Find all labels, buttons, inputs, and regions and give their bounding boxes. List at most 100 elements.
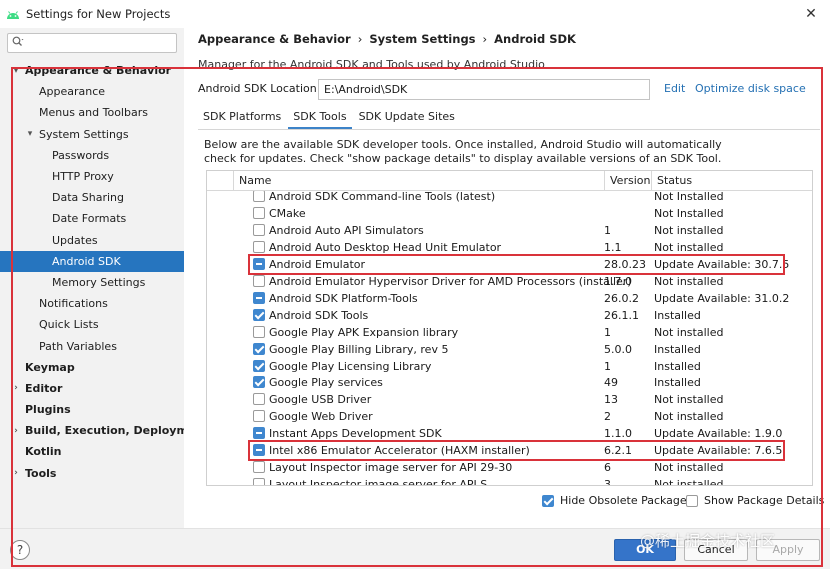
breadcrumb: Appearance & Behavior › System Settings › An… [198, 32, 576, 46]
cell-version: 26.0.2 [604, 291, 639, 305]
column-header-version[interactable]: Version [604, 171, 651, 191]
row-checkbox[interactable] [253, 190, 265, 202]
row-checkbox[interactable] [253, 291, 265, 304]
cell-version: 5.0.0 [604, 342, 632, 356]
column-header-name[interactable]: Name [233, 171, 604, 191]
sidebar-item[interactable]: Quick Lists [0, 314, 184, 335]
sidebar-item[interactable]: Menus and Toolbars [0, 102, 184, 123]
sidebar-item-label: Passwords [52, 148, 110, 162]
tab-sdk-tools[interactable]: SDK Tools [288, 106, 352, 130]
row-checkbox[interactable] [253, 461, 265, 474]
chevron-right-icon[interactable]: › [11, 426, 21, 436]
row-checkbox[interactable] [253, 376, 265, 389]
sidebar-item[interactable]: › Tools [0, 463, 184, 484]
table-row[interactable]: Google Web Driver 2 Not installed [207, 408, 812, 425]
table-row[interactable]: CMake Not Installed [207, 205, 812, 222]
sidebar-item[interactable]: Updates [0, 230, 184, 251]
sidebar-item-label: Keymap [25, 360, 75, 374]
cell-name: Google Play services [269, 376, 383, 390]
tab-sdk-update-sites[interactable]: SDK Update Sites [354, 106, 460, 130]
sidebar-item[interactable]: Android SDK [0, 250, 184, 272]
row-checkbox[interactable] [253, 410, 265, 423]
sidebar-item[interactable]: Date Formats [0, 208, 184, 229]
title-bar: Settings for New Projects ✕ [0, 0, 830, 28]
cell-name: Google Play APK Expansion library [269, 325, 459, 339]
chevron-right-icon[interactable]: › [11, 468, 21, 478]
sidebar-item[interactable]: Notifications [0, 293, 184, 314]
table-row[interactable]: Google Play Licensing Library 1 Installed [207, 358, 812, 375]
table-row[interactable]: Google Play APK Expansion library 1 Not in… [207, 324, 812, 341]
cell-version: 6 [604, 461, 611, 475]
sdk-location-input[interactable] [318, 79, 650, 100]
chevron-down-icon[interactable]: ▾ [25, 129, 35, 139]
show-package-details-label: Show Package Details [704, 494, 825, 507]
table-row[interactable]: Google Play services 49 Installed [207, 374, 812, 391]
row-checkbox[interactable] [253, 427, 265, 440]
row-checkbox[interactable] [253, 342, 265, 355]
row-checkbox[interactable] [253, 274, 265, 287]
chevron-right-icon[interactable]: › [11, 383, 21, 393]
sidebar-item-label: Editor [25, 381, 63, 395]
show-package-details-option[interactable]: Show Package Details [686, 494, 824, 507]
row-checkbox[interactable] [253, 206, 265, 219]
row-checkbox[interactable] [253, 444, 265, 457]
sidebar-item-label: Android SDK [52, 254, 121, 268]
breadcrumb-item[interactable]: Appearance & Behavior [198, 32, 351, 46]
sidebar-item[interactable]: Path Variables [0, 335, 184, 356]
table-row[interactable]: Android Emulator Hypervisor Driver for A… [207, 273, 812, 290]
table-row[interactable]: Android SDK Tools 26.1.1 Installed [207, 307, 812, 324]
tab-sdk-platforms[interactable]: SDK Platforms [198, 106, 286, 130]
sidebar-item-label: HTTP Proxy [52, 170, 114, 184]
optimize-disk-space-link[interactable]: Optimize disk space [695, 82, 806, 95]
sidebar-item[interactable]: › Editor [0, 378, 184, 399]
row-checkbox[interactable] [253, 325, 265, 338]
sidebar-item[interactable]: Data Sharing [0, 187, 184, 208]
table-row[interactable]: Android Auto API Simulators 1 Not installe… [207, 222, 812, 239]
search-input[interactable] [28, 36, 168, 50]
sidebar-item[interactable]: Passwords [0, 145, 184, 166]
row-checkbox[interactable] [253, 478, 265, 485]
sidebar-item[interactable]: › Build, Execution, Deployment [0, 420, 208, 441]
sidebar-item-label: Notifications [39, 297, 108, 311]
table-row[interactable]: Layout Inspector image server for API 29… [207, 459, 812, 476]
cell-version: 1 [604, 359, 611, 373]
cell-version: 1 [604, 325, 611, 339]
table-row[interactable]: Google Play Billing Library, rev 5 5.0.0 I… [207, 341, 812, 358]
row-checkbox[interactable] [253, 223, 265, 236]
sidebar-item[interactable]: Keymap [0, 357, 184, 378]
breadcrumb-item[interactable]: System Settings [369, 32, 475, 46]
tab-divider [198, 129, 820, 130]
sidebar-item[interactable]: Appearance [0, 81, 184, 102]
row-checkbox[interactable] [253, 308, 265, 321]
row-checkbox[interactable] [253, 393, 265, 406]
cell-name: Android SDK Platform-Tools [269, 291, 418, 305]
close-icon[interactable]: ✕ [802, 5, 820, 23]
table-row[interactable]: Android Auto Desktop Head Unit Emulator 1… [207, 239, 812, 256]
hide-obsolete-checkbox[interactable] [542, 494, 554, 507]
table-row[interactable]: Android SDK Platform-Tools 26.0.2 Update A… [207, 290, 812, 307]
cell-name: Layout Inspector image server for API 29… [269, 461, 513, 475]
column-header-status[interactable]: Status [651, 171, 812, 191]
sidebar-item[interactable]: Plugins [0, 399, 184, 420]
sidebar-item[interactable]: ▾ Appearance & Behavior [0, 60, 184, 81]
sidebar-item[interactable]: ▾ System Settings [0, 124, 184, 145]
row-checkbox[interactable] [253, 257, 265, 270]
settings-sidebar: ▾ Appearance & Behavior Appearance Menus an… [0, 28, 208, 528]
chevron-down-icon[interactable]: ▾ [11, 66, 21, 76]
sidebar-item[interactable]: HTTP Proxy [0, 166, 184, 187]
show-package-details-checkbox[interactable] [686, 494, 698, 507]
table-row[interactable]: Intel x86 Emulator Accelerator (HAXM ins… [207, 442, 812, 459]
table-row[interactable]: Google USB Driver 13 Not installed [207, 391, 812, 408]
cell-status: Not installed [654, 410, 724, 424]
hide-obsolete-option[interactable]: Hide Obsolete Packages [542, 494, 692, 507]
sidebar-item[interactable]: Memory Settings [0, 272, 184, 293]
table-row[interactable]: Android Emulator 28.0.23 Update Available:… [207, 256, 812, 273]
table-row[interactable]: Layout Inspector image server for API S 3… [207, 476, 812, 485]
help-icon[interactable]: ? [10, 540, 30, 560]
table-row[interactable]: Instant Apps Development SDK 1.1.0 Update … [207, 425, 812, 442]
edit-link[interactable]: Edit [664, 82, 685, 95]
settings-search[interactable] [7, 33, 177, 53]
row-checkbox[interactable] [253, 359, 265, 372]
row-checkbox[interactable] [253, 240, 265, 253]
sidebar-item[interactable]: Kotlin [0, 441, 184, 462]
